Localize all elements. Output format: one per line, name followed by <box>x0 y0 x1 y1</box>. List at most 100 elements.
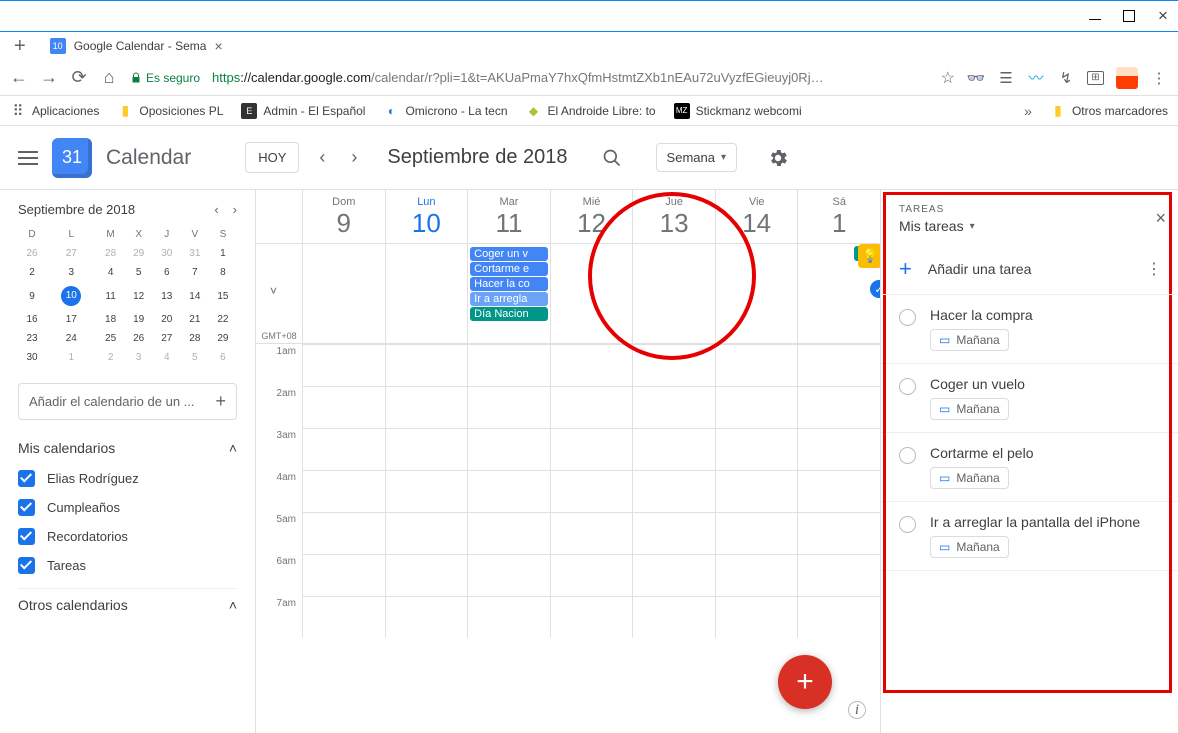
hour-cell[interactable] <box>797 470 880 512</box>
hour-cell[interactable] <box>797 554 880 596</box>
hour-cell[interactable] <box>302 428 385 470</box>
hour-cell[interactable] <box>797 344 880 386</box>
hour-cell[interactable] <box>467 386 550 428</box>
hour-cell[interactable] <box>302 512 385 554</box>
hour-cell[interactable] <box>385 596 468 638</box>
mini-day[interactable]: 1 <box>46 348 96 367</box>
extension-icon[interactable]: 👓 <box>967 69 985 87</box>
hour-cell[interactable] <box>302 554 385 596</box>
bookmark-link[interactable]: EAdmin - El Español <box>241 103 365 119</box>
hour-cell[interactable] <box>302 596 385 638</box>
secure-indicator[interactable]: Es seguro <box>130 71 200 85</box>
extension-icon[interactable]: ⊞ <box>1087 71 1104 85</box>
profile-avatar[interactable] <box>1116 67 1138 89</box>
info-icon[interactable]: i <box>848 701 866 719</box>
hour-cell[interactable] <box>632 512 715 554</box>
event-chip[interactable]: Hacer la co <box>470 277 548 291</box>
hour-cell[interactable] <box>632 344 715 386</box>
checkbox-icon[interactable] <box>18 470 35 487</box>
all-day-cell[interactable]: Coger un vCortarme eHacer la coIr a arre… <box>467 244 550 343</box>
hour-cell[interactable] <box>632 386 715 428</box>
mini-day[interactable]: 2 <box>97 348 125 367</box>
mini-day[interactable]: 1 <box>209 244 237 263</box>
hour-cell[interactable] <box>550 554 633 596</box>
mini-day[interactable]: 16 <box>18 310 46 329</box>
mini-day[interactable]: 30 <box>18 348 46 367</box>
mini-day[interactable]: 28 <box>181 329 209 348</box>
calendar-item[interactable]: Cumpleaños <box>18 493 237 522</box>
hour-cell[interactable] <box>797 386 880 428</box>
calendar-item[interactable]: Tareas <box>18 551 237 580</box>
bookmark-apps[interactable]: ⠿Aplicaciones <box>10 103 99 119</box>
mini-day[interactable]: 27 <box>46 244 96 263</box>
hour-cell[interactable] <box>385 470 468 512</box>
mini-day[interactable]: 26 <box>125 329 153 348</box>
add-calendar-input[interactable]: Añadir el calendario de un ... + <box>18 383 237 420</box>
hour-cell[interactable] <box>797 596 880 638</box>
hour-cell[interactable] <box>797 428 880 470</box>
hour-cell[interactable] <box>302 470 385 512</box>
mini-day[interactable]: 29 <box>125 244 153 263</box>
settings-gear-icon[interactable] <box>767 147 789 169</box>
task-date-chip[interactable]: ▭Mañana <box>930 536 1009 558</box>
tasks-list-selector[interactable]: Mis tareas▾ <box>899 218 1160 234</box>
bookmark-link[interactable]: ◐Omicrono - La tecn <box>383 103 507 119</box>
expand-icon[interactable]: ˅ <box>270 284 277 298</box>
hour-cell[interactable] <box>632 428 715 470</box>
mini-day[interactable]: 6 <box>209 348 237 367</box>
hour-cell[interactable] <box>632 470 715 512</box>
checkbox-icon[interactable] <box>18 557 35 574</box>
all-day-cell[interactable]: Nue💡✓ <box>797 244 880 343</box>
hour-cell[interactable] <box>715 386 798 428</box>
hour-cell[interactable] <box>715 554 798 596</box>
mini-day[interactable]: 17 <box>46 310 96 329</box>
mini-day[interactable]: 24 <box>46 329 96 348</box>
hour-cell[interactable] <box>715 344 798 386</box>
hour-cell[interactable] <box>385 344 468 386</box>
day-header[interactable]: Sá1 <box>797 190 880 243</box>
mini-day[interactable]: 19 <box>125 310 153 329</box>
day-header[interactable]: Mar11 <box>467 190 550 243</box>
bookmark-link[interactable]: ◆El Androide Libre: to <box>526 103 656 119</box>
mini-day[interactable]: 28 <box>97 244 125 263</box>
bookmark-link[interactable]: ▮Oposiciones PL <box>117 103 223 119</box>
hour-cell[interactable] <box>467 512 550 554</box>
address-bar[interactable]: https://calendar.google.com/calendar/r?p… <box>212 70 929 85</box>
window-close[interactable]: × <box>1156 9 1170 23</box>
bookmarks-overflow-icon[interactable]: » <box>1024 103 1032 119</box>
day-header[interactable]: Mié12 <box>550 190 633 243</box>
main-menu-icon[interactable] <box>18 151 38 165</box>
task-checkbox[interactable] <box>899 447 916 464</box>
mini-day[interactable]: 14 <box>181 282 209 310</box>
mini-next-icon[interactable]: › <box>233 202 237 217</box>
nav-forward-icon[interactable]: → <box>40 69 58 87</box>
day-header[interactable]: Dom9 <box>302 190 385 243</box>
mini-prev-icon[interactable]: ‹ <box>214 202 218 217</box>
today-button[interactable]: HOY <box>245 142 299 173</box>
hour-cell[interactable] <box>467 428 550 470</box>
all-day-cell[interactable] <box>385 244 468 343</box>
all-day-cell[interactable] <box>632 244 715 343</box>
day-header[interactable]: Lun10 <box>385 190 468 243</box>
plus-icon[interactable]: + <box>215 391 226 412</box>
window-maximize[interactable] <box>1122 9 1136 23</box>
checkbox-icon[interactable] <box>18 528 35 545</box>
mini-calendar[interactable]: DLMXJVS 26272829303112345678910111213141… <box>18 225 237 367</box>
browser-menu-icon[interactable]: ⋮ <box>1150 69 1168 87</box>
hour-cell[interactable] <box>550 470 633 512</box>
browser-tab[interactable]: 10 Google Calendar - Sema × <box>42 36 231 56</box>
view-selector[interactable]: Semana ▾ <box>656 143 737 172</box>
bookmark-star-icon[interactable]: ☆ <box>941 68 955 88</box>
checkbox-icon[interactable] <box>18 499 35 516</box>
task-checkbox[interactable] <box>899 309 916 326</box>
nav-back-icon[interactable]: ← <box>10 69 28 87</box>
mini-day[interactable]: 3 <box>125 348 153 367</box>
event-chip[interactable]: Ir a arregla <box>470 292 548 306</box>
mini-day[interactable]: 11 <box>97 282 125 310</box>
task-checkbox[interactable] <box>899 378 916 395</box>
mini-day[interactable]: 4 <box>153 348 181 367</box>
hour-cell[interactable] <box>467 344 550 386</box>
event-chip[interactable]: Día Nacion <box>470 307 548 321</box>
mini-day[interactable]: 5 <box>181 348 209 367</box>
mini-day[interactable]: 6 <box>153 263 181 282</box>
